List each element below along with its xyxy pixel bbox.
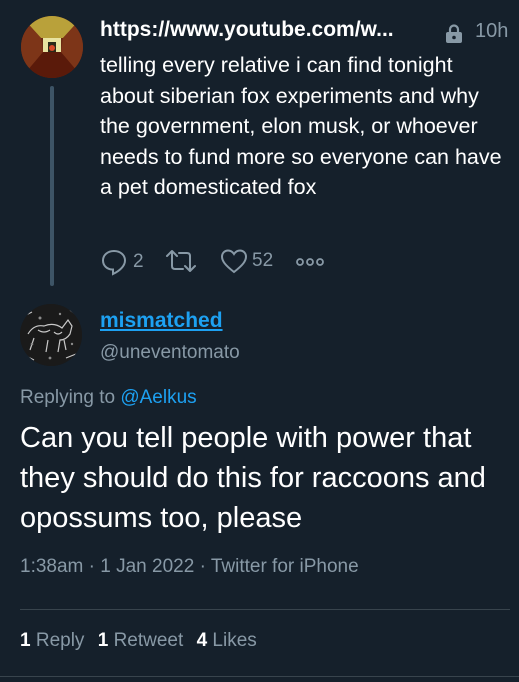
divider <box>20 609 510 610</box>
hallway-avatar-image <box>21 16 83 78</box>
reply-icon <box>101 249 127 276</box>
parent-tweet[interactable]: https://www.youtube.com/w... 10h telling… <box>0 0 519 295</box>
bottom-divider <box>0 676 519 677</box>
parent-timestamp: 10h <box>475 20 509 42</box>
retweet-icon <box>166 250 196 272</box>
retweets-stat[interactable]: 1 Retweet <box>98 630 184 651</box>
replies-label: Reply <box>35 630 85 651</box>
like-count: 52 <box>252 250 274 271</box>
tweet-stats: 1 Reply 1 Retweet 4 Likes <box>20 630 257 652</box>
reply-display-name[interactable]: mismatched <box>100 309 223 333</box>
reply-count: 2 <box>133 251 144 272</box>
thread-line <box>50 86 54 286</box>
like-button[interactable]: 52 <box>220 248 273 274</box>
more-dots-icon <box>296 258 324 266</box>
retweets-count: 1 <box>97 630 109 651</box>
replying-to-line: Replying to @Aelkus <box>20 387 197 409</box>
retweets-label: Retweet <box>113 630 184 651</box>
replying-to-prefix: Replying to <box>20 387 116 408</box>
likes-count: 4 <box>196 630 208 651</box>
parent-tweet-text: telling every relative i can find tonigh… <box>100 53 502 199</box>
reply-handle[interactable]: @uneventomato <box>100 342 240 364</box>
parent-action-bar: 2 52 <box>100 248 400 278</box>
retweet-button[interactable] <box>164 248 198 274</box>
parent-avatar[interactable] <box>21 16 83 78</box>
replies-stat[interactable]: 1 Reply <box>20 630 84 651</box>
more-button[interactable] <box>296 252 324 272</box>
reply-button[interactable]: 2 <box>100 248 144 276</box>
tweet-meta: 1:38am · 1 Jan 2022 · Twitter for iPhone <box>20 556 359 577</box>
reply-tweet-text: Can you tell people with power that they… <box>20 422 486 534</box>
reply-avatar[interactable] <box>20 304 82 366</box>
replying-to-mention[interactable]: @Aelkus <box>120 387 196 408</box>
dog-avatar-image <box>20 304 82 366</box>
parent-link-title[interactable]: https://www.youtube.com/w... <box>100 18 394 42</box>
lock-icon <box>444 24 464 44</box>
likes-stat[interactable]: 4 Likes <box>197 630 257 651</box>
heart-icon <box>220 249 248 274</box>
replies-count: 1 <box>20 630 31 651</box>
likes-label: Likes <box>212 630 257 651</box>
